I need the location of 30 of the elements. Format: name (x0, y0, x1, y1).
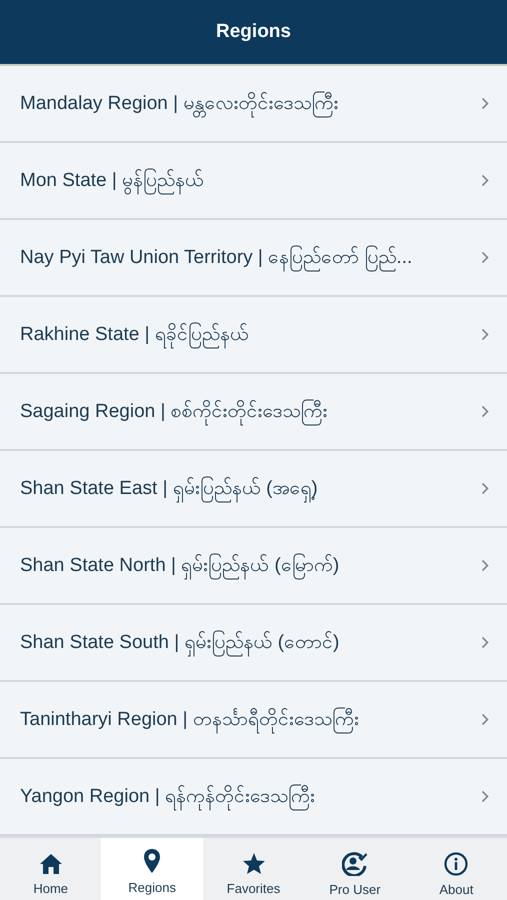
chevron-right-icon (481, 251, 489, 264)
region-list-item[interactable]: Shan State East | ရှမ်းပြည်နယ် (အရှေ့) (0, 451, 507, 528)
page-title: Regions (216, 21, 291, 43)
nav-tab[interactable]: Regions (101, 838, 203, 900)
chevron-right-icon (481, 790, 489, 803)
chevron-right-icon (481, 174, 489, 187)
user-check-icon (342, 852, 368, 876)
chevron-right-icon (481, 328, 489, 341)
chevron-right-icon (481, 636, 489, 649)
region-list-item[interactable]: Shan State North | ရှမ်းပြည်နယ် (မြောက်) (0, 528, 507, 605)
info-icon (444, 852, 468, 876)
region-list-item[interactable]: Mandalay Region | မန္တလေးတိုင်းဒေသကြီး (0, 66, 507, 143)
nav-tab[interactable]: Favorites (202, 838, 304, 900)
location-pin-icon (143, 848, 162, 874)
chevron-right-icon (481, 97, 489, 110)
region-list-item[interactable]: Nay Pyi Taw Union Territory | နေပြည်တော် ပြည်... (0, 220, 507, 297)
region-list-item[interactable]: Tanintharyi Region | တနင်္သာရီတိုင်းဒေသကြီး (0, 682, 507, 759)
region-list-item[interactable]: Rakhine State | ရခိုင်ပြည်နယ် (0, 297, 507, 374)
region-list-item[interactable]: Sagaing Region | စစ်ကိုင်းတိုင်းဒေသကြီး (0, 374, 507, 451)
home-icon (38, 852, 63, 874)
chevron-right-icon (481, 482, 489, 495)
nav-tab[interactable]: About (406, 838, 507, 900)
nav-tab[interactable]: Home (0, 838, 102, 900)
chevron-right-icon (481, 405, 489, 418)
chevron-right-icon (481, 559, 489, 572)
nav-tab[interactable]: Pro User (304, 838, 406, 900)
region-list-item[interactable]: Shan State South | ရှမ်းပြည်နယ် (တောင်) (0, 605, 507, 682)
chevron-right-icon (481, 713, 489, 726)
region-list-item[interactable]: Mon State | မွန်ပြည်နယ် (0, 143, 507, 220)
star-icon (242, 852, 266, 875)
